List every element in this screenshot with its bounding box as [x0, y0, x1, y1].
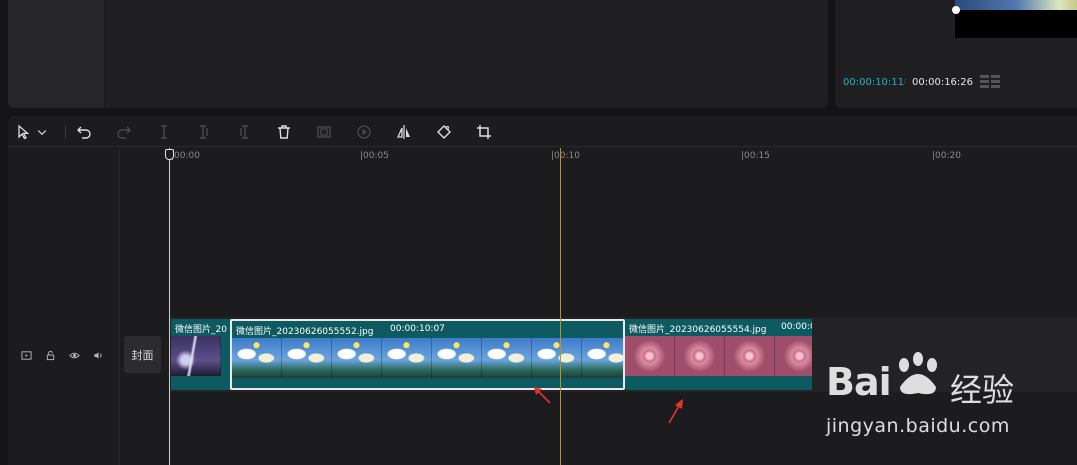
clip-duration: 00:00:10:07	[390, 324, 445, 334]
rotate-icon[interactable]	[434, 122, 454, 142]
clip-label: 微信图片_20230626055554.jpg	[629, 325, 767, 335]
clip-thumbnails	[171, 336, 221, 376]
media-sidebar	[8, 0, 105, 108]
hover-cursor-line	[560, 148, 561, 465]
timeline-toolbar	[8, 116, 1077, 147]
clip-thumbnail	[332, 338, 382, 378]
mirror-icon[interactable]	[394, 122, 414, 142]
transform-handle[interactable]	[952, 6, 960, 14]
paw-icon	[899, 352, 937, 395]
track-header	[8, 148, 120, 465]
video-track-icon[interactable]	[19, 348, 33, 362]
ruler-label: |00:05	[360, 151, 389, 161]
clip-label: 微信图片_20	[175, 325, 227, 335]
layout-grid-icon[interactable]	[980, 75, 1002, 90]
clip-thumbnail	[532, 338, 582, 378]
current-timecode: 00:00:10:11	[843, 77, 905, 88]
playhead-handle[interactable]	[165, 149, 174, 160]
redo-icon[interactable]	[114, 122, 134, 142]
watermark-url: jingyan.baidu.com	[826, 415, 1010, 437]
player-panel: 00:00:10:11 / 00:00:16:26	[835, 0, 1077, 108]
clip-thumbnail	[382, 338, 432, 378]
split-left-icon[interactable]	[194, 122, 214, 142]
toolbar-divider	[65, 125, 66, 139]
total-timecode: 00:00:16:26	[912, 77, 974, 88]
clip-thumbnail	[171, 336, 221, 376]
lock-icon[interactable]	[43, 348, 57, 362]
cover-button[interactable]: 封面	[124, 336, 161, 373]
crop-icon[interactable]	[474, 122, 494, 142]
split-icon[interactable]	[154, 122, 174, 142]
eye-icon[interactable]	[67, 348, 81, 362]
cursor-icon[interactable]	[14, 122, 34, 142]
media-panel	[8, 0, 828, 108]
clip-thumbnail	[232, 338, 282, 378]
undo-icon[interactable]	[74, 122, 94, 142]
clip-thumbnail	[432, 338, 482, 378]
reverse-play-icon[interactable]	[354, 122, 374, 142]
clip-thumbnail	[725, 336, 775, 376]
annotation-arrow-icon	[668, 399, 683, 424]
baidu-watermark: Bai 经验 jingyan.baidu.com	[826, 345, 1026, 445]
timecode-separator: /	[903, 77, 907, 88]
clip-thumbnail	[775, 336, 812, 376]
preview-image	[955, 0, 1077, 10]
clip-thumbnail	[675, 336, 725, 376]
time-ruler[interactable]: |00:00 |00:05 |00:10 |00:15 |00:20	[120, 148, 1077, 164]
freeze-frame-icon[interactable]	[314, 122, 334, 142]
clip-thumbnail	[625, 336, 675, 376]
annotation-arrow-icon	[534, 387, 551, 404]
clip-item-selected[interactable]: 微信图片_20230626055552.jpg 00:00:10:07	[230, 319, 625, 390]
preview-canvas	[955, 10, 1077, 38]
playhead[interactable]	[169, 148, 170, 465]
clip-label: 微信图片_20230626055552.jpg	[236, 327, 374, 337]
editor-root: 00:00:10:11 / 00:00:16:26 |00:00 |00:05 …	[0, 0, 1077, 465]
clip-thumbnails	[625, 336, 812, 376]
clip-thumbnail	[582, 338, 623, 378]
clip-thumbnail	[482, 338, 532, 378]
clip-duration: 00:00:0	[781, 322, 812, 332]
watermark-suffix: 经验	[950, 371, 1015, 409]
ruler-label: |00:20	[932, 151, 961, 161]
clip-item[interactable]: 微信图片_20	[171, 319, 231, 390]
clip-thumbnails	[232, 338, 623, 378]
split-right-icon[interactable]	[234, 122, 254, 142]
trash-icon[interactable]	[274, 122, 294, 142]
chevron-down-icon[interactable]	[36, 122, 48, 142]
ruler-label: |00:15	[741, 151, 770, 161]
ruler-label: |00:00	[171, 151, 200, 161]
clip-thumbnail	[282, 338, 332, 378]
clip-item[interactable]: 微信图片_20230626055554.jpg 00:00:0	[625, 319, 812, 390]
watermark-brand: Bai	[826, 360, 892, 404]
volume-icon[interactable]	[91, 348, 105, 362]
ruler-label: |00:10	[551, 151, 580, 161]
